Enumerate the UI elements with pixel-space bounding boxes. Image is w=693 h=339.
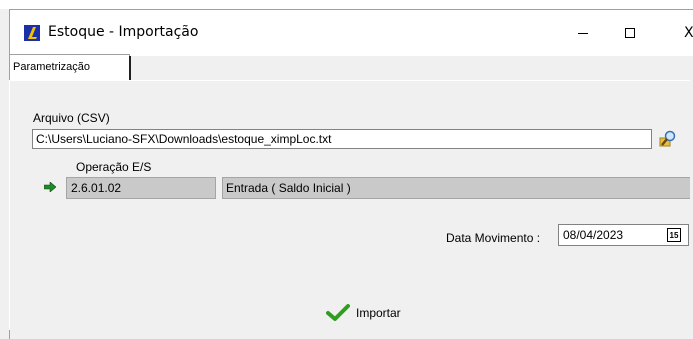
import-button-label: Importar [356,306,401,320]
operacao-code-field[interactable]: 2.6.01.02 [66,177,216,199]
app-logo-icon [24,25,40,41]
minimize-icon [578,32,588,34]
maximize-icon [625,28,635,38]
maximize-button[interactable] [607,18,653,48]
data-movimento-label: Data Movimento : [446,231,541,245]
arquivo-path-input[interactable]: C:\Users\Luciano-SFX\Downloads\estoque_x… [32,129,652,149]
close-button[interactable]: X [670,18,693,48]
import-button[interactable]: Importar [326,300,416,326]
desktop-background [0,0,693,9]
calendar-day: 15 [669,230,679,240]
data-movimento-input[interactable]: 08/04/2023 15 [558,224,689,246]
tab-label: Parametrização [13,61,91,73]
close-icon: X [684,25,693,41]
search-folder-icon [659,130,676,147]
tab-divider [129,56,131,80]
green-arrow-icon [44,182,56,192]
operacao-description-field: Entrada ( Saldo Inicial ) [222,177,690,199]
title-bar[interactable]: Estoque - Importação X [10,10,693,56]
browse-file-button[interactable] [657,128,679,150]
checkmark-icon [326,304,350,321]
minimize-button[interactable] [560,18,606,48]
calendar-icon[interactable]: 15 [667,228,681,242]
operacao-label: Operação E/S [76,160,152,174]
arquivo-label: Arquivo (CSV) [33,111,110,125]
tab-parametrizacao[interactable]: Parametrização [9,54,130,80]
window-title: Estoque - Importação [48,24,199,40]
data-movimento-value: 08/04/2023 [563,228,624,242]
tab-panel [9,80,690,330]
